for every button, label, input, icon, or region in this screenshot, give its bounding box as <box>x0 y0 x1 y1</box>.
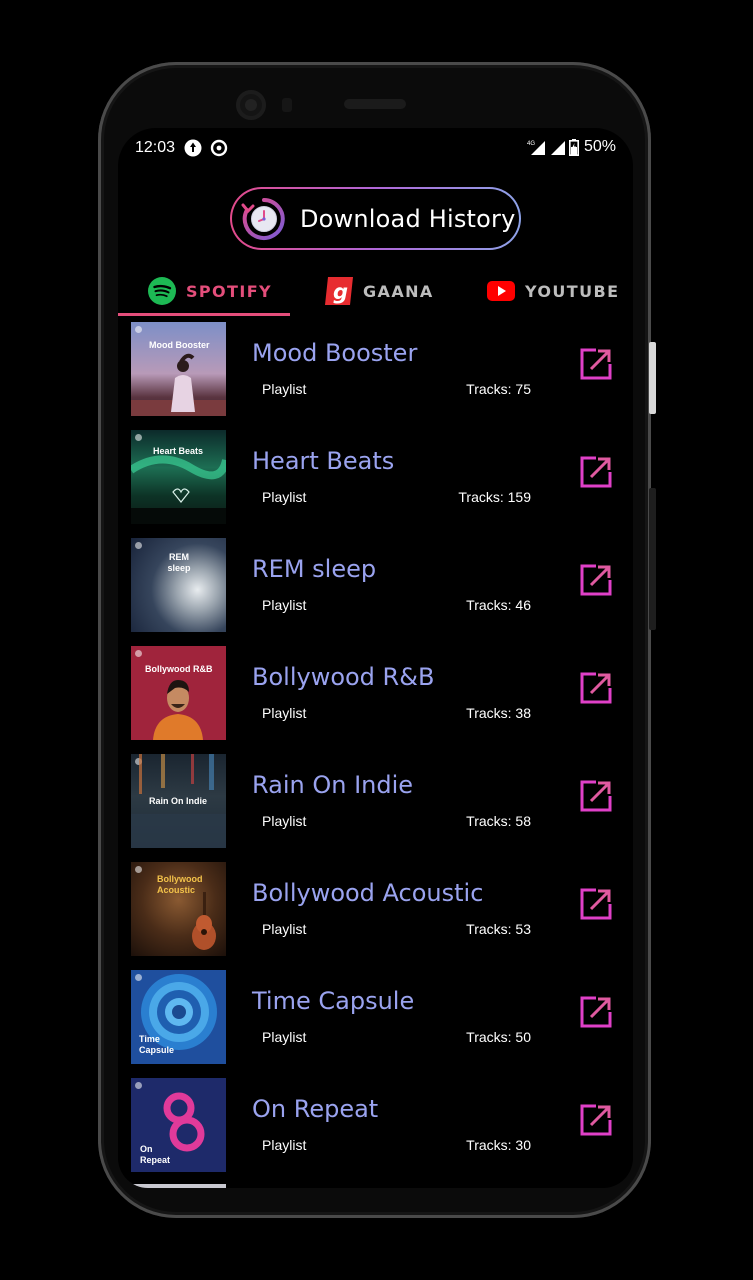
active-tab-indicator <box>118 313 290 316</box>
playlist-row[interactable]: REM sleep REM sleep Playlist Tracks: 46 <box>118 538 633 646</box>
battery-level: 50% <box>583 138 616 155</box>
earpiece-speaker <box>344 99 406 109</box>
playlist-row[interactable]: Mood Booster Mood Booster Playlist Track… <box>118 322 633 430</box>
playlist-track-count: Tracks: 53 <box>466 921 531 937</box>
playlist-cover: Heart Beats <box>131 430 226 524</box>
cover-art <box>131 353 226 416</box>
spotify-icon <box>148 277 176 305</box>
open-external-icon[interactable] <box>578 1102 614 1138</box>
playlist-title: Bollywood Acoustic <box>252 879 484 907</box>
playlist-type: Playlist <box>262 597 307 613</box>
page-title: Download History <box>300 204 516 233</box>
power-button <box>649 342 656 414</box>
playlist-track-count: Tracks: 58 <box>466 813 531 829</box>
tab-youtube[interactable]: YOUTUBE <box>487 268 619 314</box>
playlist-row[interactable]: Bollywood Acoustic Bollywood Acoustic Pl… <box>118 862 633 970</box>
app-screen: 12:03 4G 50% Download History SPOTIFY g … <box>118 128 633 1188</box>
playlist-cover: Time Capsule <box>131 970 226 1064</box>
network-type: 4G <box>527 141 535 147</box>
download-history-header: Download History <box>230 187 521 250</box>
open-external-icon[interactable] <box>578 886 614 922</box>
tab-spotify[interactable]: SPOTIFY <box>148 268 272 314</box>
playlist-row[interactable]: Time Capsule Time Capsule Playlist Track… <box>118 970 633 1078</box>
history-clock-icon <box>241 197 285 240</box>
gaana-icon: g <box>325 277 353 305</box>
playlist-cover: Bollywood Acoustic <box>131 862 226 956</box>
tab-gaana-label: GAANA <box>363 281 434 301</box>
volume-button <box>649 488 656 630</box>
cover-art <box>153 680 203 740</box>
cover-title: Time Capsule <box>139 1034 175 1055</box>
open-external-icon[interactable] <box>578 994 614 1030</box>
playlist-cover: On Repeat <box>131 1078 226 1172</box>
tab-gaana[interactable]: g GAANA <box>325 268 434 314</box>
playlist-cover: Bollywood R&B <box>131 646 226 740</box>
playlist-title: REM sleep <box>252 555 377 583</box>
playlist-track-count: Tracks: 50 <box>466 1029 531 1045</box>
playlist-cover: Mood Booster <box>131 322 226 416</box>
playlist-row[interactable]: On Repeat On Repeat Playlist Tracks: 30 <box>118 1078 633 1186</box>
status-bar: 12:03 4G 50% <box>118 128 633 168</box>
playlist-track-count: Tracks: 75 <box>466 381 531 397</box>
playlist-type: Playlist <box>262 1029 307 1045</box>
playlist-type: Playlist <box>262 489 307 505</box>
playlist-title: Bollywood R&B <box>252 663 435 691</box>
open-external-icon[interactable] <box>578 346 614 382</box>
tab-spotify-label: SPOTIFY <box>186 281 273 301</box>
playlist-title: Time Capsule <box>252 987 415 1015</box>
playlist-type: Playlist <box>262 813 307 829</box>
cover-art <box>131 455 226 524</box>
playlist-title: On Repeat <box>252 1095 379 1123</box>
open-external-icon[interactable] <box>578 778 614 814</box>
youtube-icon <box>487 281 515 301</box>
front-camera <box>236 90 266 120</box>
open-external-icon[interactable] <box>578 670 614 706</box>
battery-icon <box>568 138 579 156</box>
playlist-type: Playlist <box>262 381 307 397</box>
signal-4g-icon: 4G <box>527 141 545 155</box>
playlist-track-count: Tracks: 38 <box>466 705 531 721</box>
open-external-icon[interactable] <box>578 454 614 490</box>
playlist-title: Mood Booster <box>252 339 418 367</box>
open-external-icon[interactable] <box>578 562 614 598</box>
playlist-track-count: Tracks: 46 <box>466 597 531 613</box>
signal-icon <box>550 141 565 155</box>
cover-title: On Repeat <box>140 1144 171 1165</box>
playlist-row[interactable]: Bollywood R&B Bollywood R&B Playlist Tra… <box>118 646 633 754</box>
playlist-title: Heart Beats <box>252 447 395 475</box>
svg-text:g: g <box>333 280 348 304</box>
tab-youtube-label: YOUTUBE <box>525 281 620 301</box>
playlist-row[interactable]: Rain On Indie Rain On Indie Playlist Tra… <box>118 754 633 862</box>
playlist-type: Playlist <box>262 1137 307 1153</box>
data-saver-icon <box>210 139 228 157</box>
playlist-type: Playlist <box>262 921 307 937</box>
playlist-track-count: Tracks: 159 <box>458 489 531 505</box>
proximity-sensor <box>282 98 292 112</box>
playlist-title: Rain On Indie <box>252 771 414 799</box>
playlist-cover: Rain On Indie <box>131 754 226 848</box>
playlist-cover: REM sleep <box>131 538 226 632</box>
cover-art <box>131 754 226 848</box>
cover-art <box>192 892 216 950</box>
sync-notification-icon <box>184 139 202 157</box>
cover-title: REM sleep <box>167 552 191 573</box>
status-time: 12:03 <box>135 139 176 156</box>
playlist-row[interactable]: Heart Beats Heart Beats Playlist Tracks:… <box>118 430 633 538</box>
next-playlist-cover-partial <box>131 1184 226 1188</box>
playlist-track-count: Tracks: 30 <box>466 1137 531 1153</box>
playlist-type: Playlist <box>262 705 307 721</box>
